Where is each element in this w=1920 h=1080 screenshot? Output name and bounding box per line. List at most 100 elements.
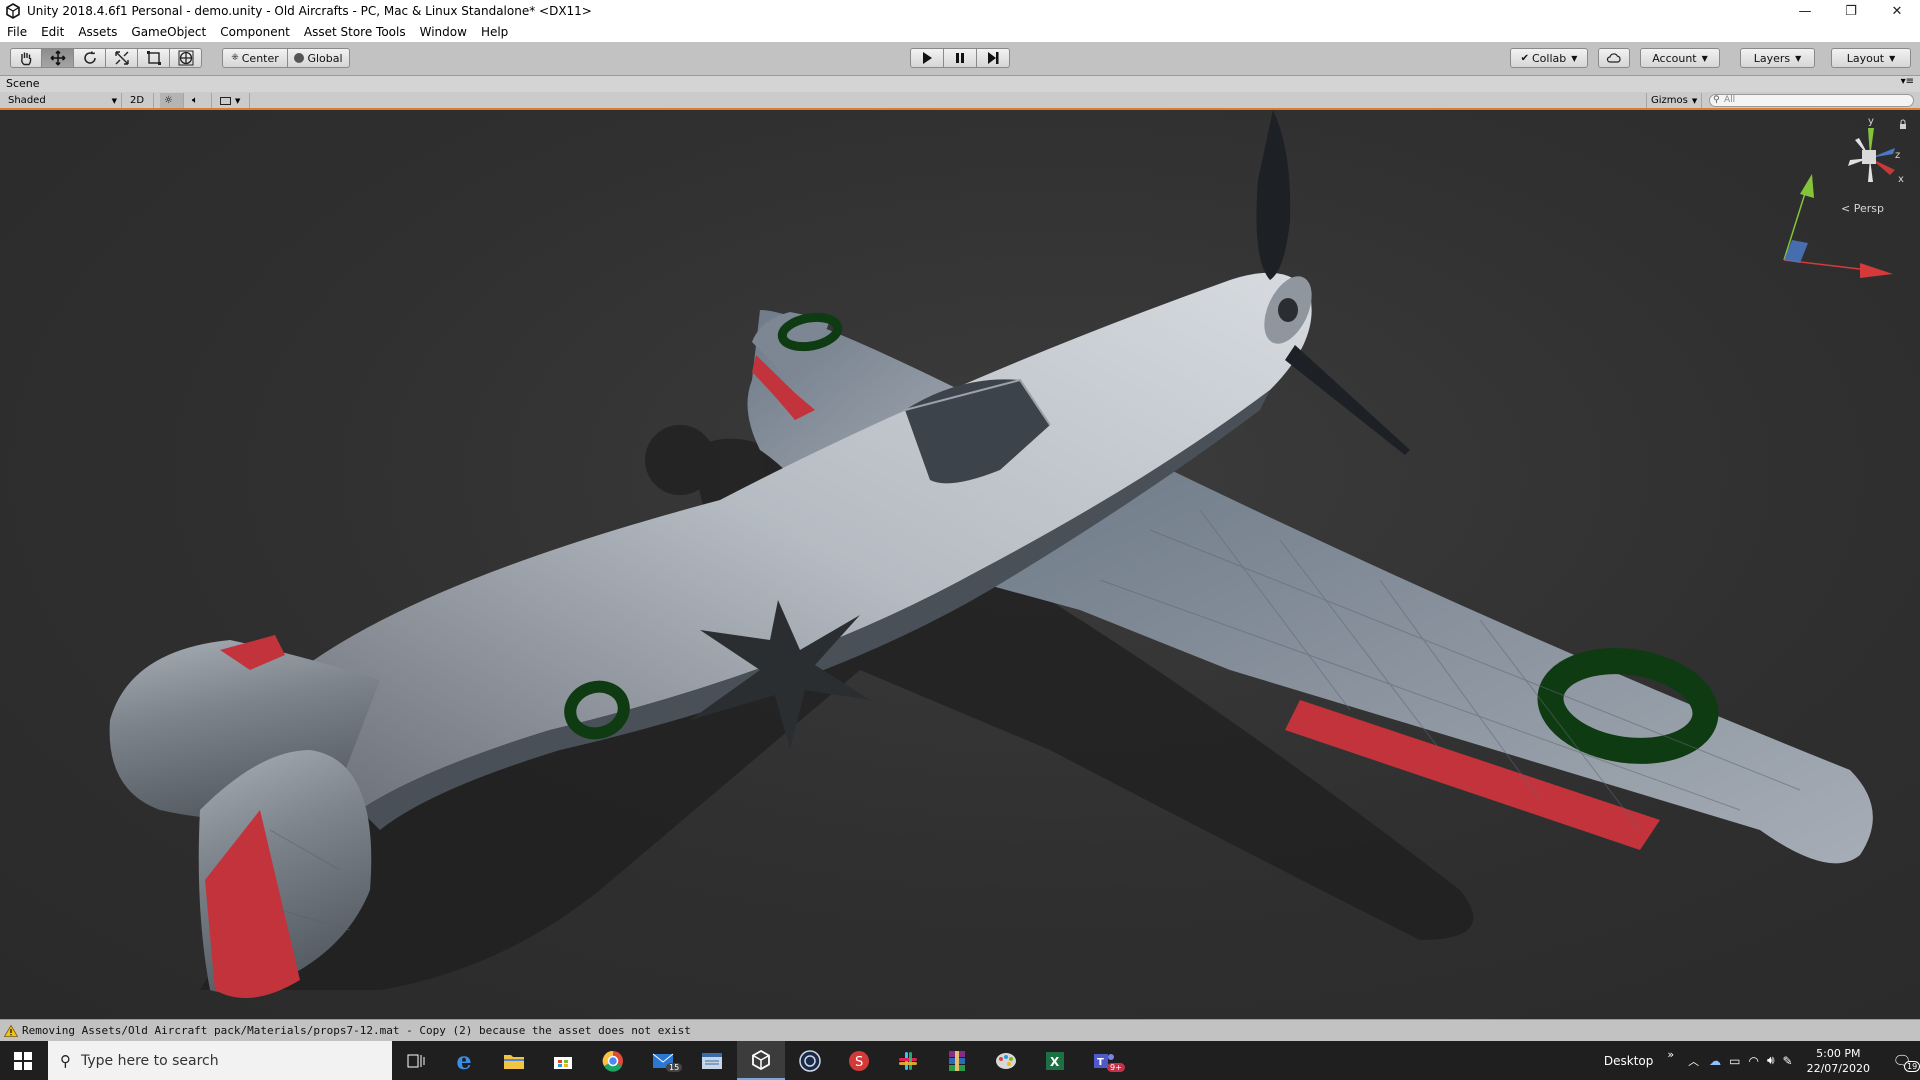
scene-search-input[interactable]: ⚲ All	[1709, 94, 1914, 107]
chevron-down-icon: ▼	[1889, 53, 1896, 63]
move-icon	[50, 50, 65, 66]
pivot-mode-button[interactable]: ⁜ Center	[222, 48, 288, 68]
close-button[interactable]: ✕	[1874, 0, 1920, 22]
wifi-icon[interactable]: ◠	[1748, 1054, 1758, 1068]
start-button[interactable]	[0, 1041, 46, 1080]
chevron-down-icon: ▼	[235, 96, 241, 105]
show-hidden-icons-chevron-up-icon[interactable]: ︿	[1688, 1053, 1699, 1069]
battery-icon[interactable]: ▭	[1729, 1054, 1740, 1068]
system-tray: Desktop » ︿ ☁ ▭ ◠ 🔊︎ ✎ 5:00 PM 22/07/202…	[1604, 1041, 1920, 1080]
title-bar: Unity 2018.4.6f1 Personal - demo.unity -…	[0, 0, 1920, 22]
menu-gameobject[interactable]: GameObject	[124, 25, 213, 39]
pause-button[interactable]	[944, 48, 977, 68]
projection-toggle[interactable]: < Persp	[1841, 202, 1884, 215]
status-message: Removing Assets/Old Aircraft pack/Materi…	[22, 1024, 691, 1037]
pivot-mode-label: Center	[241, 51, 279, 65]
taskbar-mail[interactable]: 15	[639, 1041, 687, 1080]
menu-component[interactable]: Component	[213, 25, 297, 39]
svg-text:T: T	[1097, 1057, 1104, 1068]
taskbar-file-explorer[interactable]	[490, 1041, 538, 1080]
effects-dropdown[interactable]: ▼	[216, 93, 250, 108]
taskbar-search-box[interactable]: ⚲ Type here to search	[48, 1041, 392, 1080]
taskbar-chrome[interactable]	[589, 1041, 637, 1080]
taskbar-substance[interactable]: S	[835, 1041, 883, 1080]
lock-icon[interactable]	[1900, 119, 1906, 129]
scene-tab[interactable]: Scene	[6, 77, 40, 90]
restore-button[interactable]: ❐	[1828, 0, 1874, 22]
transform-tool-button[interactable]	[170, 48, 202, 68]
cloud-icon	[1606, 53, 1621, 63]
play-button[interactable]	[910, 48, 944, 68]
menu-assets[interactable]: Assets	[71, 25, 124, 39]
taskbar-unity[interactable]	[737, 1041, 785, 1080]
action-center-button[interactable]: 🗨︎ 19	[1884, 1041, 1920, 1080]
chrome-icon	[602, 1050, 623, 1072]
play-icon	[923, 52, 932, 64]
layout-dropdown[interactable]: Layout ▼	[1831, 48, 1911, 68]
tab-menu-icon[interactable]: ▾≡	[1901, 76, 1914, 87]
lighting-toggle[interactable]: ☼	[160, 93, 184, 108]
speaker-icon: 🔈︎	[192, 95, 198, 106]
menu-file[interactable]: File	[0, 25, 34, 39]
projection-label: Persp	[1853, 202, 1884, 215]
taskbar-excel[interactable]: X	[1031, 1041, 1079, 1080]
rotate-tool-button[interactable]	[74, 48, 106, 68]
scale-icon	[114, 51, 129, 65]
image-icon	[220, 96, 231, 105]
audio-toggle[interactable]: 🔈︎	[188, 93, 212, 108]
taskbar-slack[interactable]	[884, 1041, 932, 1080]
store-icon	[554, 1056, 572, 1069]
search-icon: ⚲	[60, 1051, 71, 1070]
main-toolbar: ⁜ Center Global ✔ Collab ▼ Account ▼ Lay…	[0, 42, 1920, 76]
palette-icon	[996, 1052, 1016, 1069]
scene-orientation-gizmo[interactable]: y z x	[1848, 116, 1904, 185]
task-view-button[interactable]	[392, 1041, 440, 1080]
console-status-bar[interactable]: Removing Assets/Old Aircraft pack/Materi…	[0, 1019, 1920, 1041]
step-button[interactable]	[977, 48, 1010, 68]
hand-tool-button[interactable]	[10, 48, 42, 68]
unity-icon	[752, 1049, 770, 1070]
taskbar-clock[interactable]: 5:00 PM 22/07/2020	[1807, 1046, 1870, 1076]
scene-viewport[interactable]: y z x < Persp	[0, 110, 1920, 1019]
unity-logo-icon	[6, 3, 20, 19]
menu-edit[interactable]: Edit	[34, 25, 71, 39]
pivot-rotation-button[interactable]: Global	[288, 48, 350, 68]
mode-2d-label: 2D	[130, 95, 145, 106]
taskbar-paint[interactable]	[982, 1041, 1030, 1080]
menu-asset-store-tools[interactable]: Asset Store Tools	[297, 25, 413, 39]
chevron-down-icon: ▼	[1571, 53, 1578, 63]
minimize-button[interactable]: —	[1782, 0, 1828, 22]
account-dropdown[interactable]: Account ▼	[1640, 48, 1720, 68]
taskbar-app-window[interactable]	[688, 1041, 736, 1080]
pen-icon[interactable]: ✎	[1783, 1054, 1793, 1068]
taskbar-teams[interactable]: T 9+	[1080, 1041, 1128, 1080]
chevron-down-icon: ▼	[1795, 53, 1802, 63]
menu-window[interactable]: Window	[413, 25, 474, 39]
toolbar-expand-chevron[interactable]: »	[1667, 1048, 1674, 1061]
gizmo-y-label: y	[1868, 116, 1874, 127]
gizmos-label: Gizmos	[1651, 95, 1688, 106]
desktop-toolbar-label[interactable]: Desktop	[1604, 1054, 1654, 1068]
cinema4d-icon	[799, 1049, 821, 1072]
sun-icon: ☼	[164, 95, 173, 106]
globe-icon	[294, 53, 305, 63]
shading-mode-dropdown[interactable]: Shaded ▼	[4, 93, 122, 108]
volume-icon[interactable]: 🔊︎	[1767, 1053, 1775, 1068]
cloud-services-button[interactable]	[1598, 48, 1630, 68]
move-tool-button[interactable]	[42, 48, 74, 68]
collab-dropdown[interactable]: ✔ Collab ▼	[1510, 48, 1588, 68]
taskbar-store[interactable]	[539, 1041, 587, 1080]
layers-dropdown[interactable]: Layers ▼	[1740, 48, 1815, 68]
clock-time: 5:00 PM	[1816, 1046, 1861, 1060]
taskbar-edge[interactable]: e	[440, 1041, 488, 1080]
gizmos-dropdown[interactable]: Gizmos ▼	[1646, 93, 1702, 108]
move-handle[interactable]	[1783, 174, 1893, 278]
taskbar-winrar[interactable]	[933, 1041, 981, 1080]
taskbar-cinema4d[interactable]	[786, 1041, 834, 1080]
scale-tool-button[interactable]	[106, 48, 138, 68]
rect-tool-button[interactable]	[138, 48, 170, 68]
toggle-2d-button[interactable]: 2D	[126, 93, 154, 108]
network-share-icon[interactable]: ☁	[1709, 1054, 1721, 1068]
menu-help[interactable]: Help	[474, 25, 515, 39]
chevron-down-icon: ▼	[111, 96, 117, 105]
